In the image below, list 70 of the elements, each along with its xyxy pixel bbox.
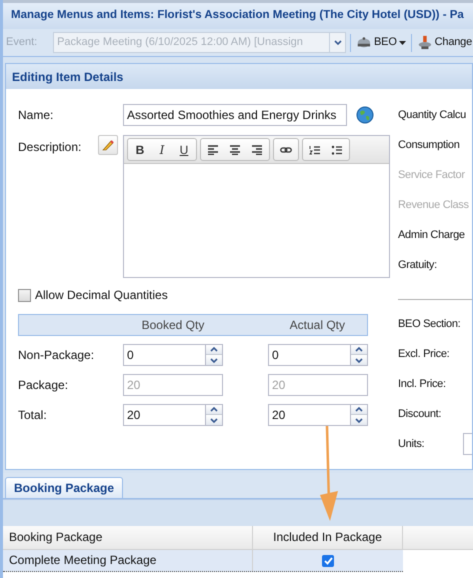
checkbox[interactable] (322, 554, 334, 566)
bold-button[interactable]: B (130, 140, 150, 160)
number-field[interactable]: 0 (123, 344, 223, 366)
window-title: Manage Menus and Items: Florist's Association Meeting (The City Hotel (USD)) - Pa (11, 8, 464, 24)
tab[interactable]: Booking Package (5, 477, 124, 498)
disabled-field: 20 (268, 374, 368, 396)
edit-button[interactable] (98, 135, 118, 155)
spin-up-button[interactable] (206, 405, 222, 415)
column-header: Actual Qty (288, 317, 346, 334)
name-field[interactable]: Assorted Smoothies and Energy Drinks (123, 104, 347, 126)
caret-icon (332, 39, 343, 46)
number-field[interactable]: 20 (268, 404, 368, 426)
stamp-icon (416, 34, 433, 50)
spin-down-button[interactable] (351, 355, 367, 365)
chevron-up-icon (354, 406, 364, 413)
field-label: Total: (18, 407, 48, 424)
column-header: Booked Qty (140, 317, 206, 334)
field-label: Revenue Class (398, 198, 470, 213)
field-label: Description: (18, 139, 82, 156)
field-label: Consumption (398, 138, 461, 153)
bell-icon (356, 34, 372, 50)
spin-down-button[interactable] (206, 355, 222, 365)
event-label: Event: (6, 35, 38, 50)
italic-button[interactable]: I (152, 140, 172, 160)
field-label: BEO Section: (398, 316, 462, 332)
field-label: Discount: (398, 406, 442, 422)
field-label: Gratuity: (398, 258, 438, 273)
field-label: Non-Package: (18, 347, 96, 364)
checkbox-label: Allow Decimal Quantities (35, 287, 168, 304)
disabled-field: 20 (123, 374, 223, 396)
align-center-icon (229, 144, 241, 154)
field-label: Quantity Calcu (398, 108, 467, 123)
column-header[interactable]: Included In Package (253, 526, 403, 549)
chevron-down-icon (209, 416, 219, 424)
align-left-icon (207, 144, 219, 154)
link-icon (280, 144, 292, 154)
caret-icon (398, 40, 406, 44)
table-cell: Complete Meeting Package (3, 550, 253, 571)
description-editor[interactable]: B I U (123, 135, 390, 278)
bullet-list-icon (331, 144, 343, 154)
number-field[interactable]: 20 (123, 404, 223, 426)
pencil-icon (102, 139, 114, 151)
spin-up-button[interactable] (351, 345, 367, 355)
spin-up-button[interactable] (206, 345, 222, 355)
spin-down-button[interactable] (206, 415, 222, 425)
field-label: Package: (18, 377, 70, 394)
field-label: Admin Charge (398, 228, 466, 243)
chevron-up-icon (209, 346, 219, 353)
field-label: Service Factor (398, 168, 466, 183)
globe-icon (356, 106, 374, 124)
field-label: Incl. Price: (398, 376, 447, 392)
spin-up-button[interactable] (351, 405, 367, 415)
field-label: Name: (18, 107, 54, 124)
chevron-up-icon (354, 346, 364, 353)
underline-button[interactable]: U (174, 140, 194, 160)
numbered-list-icon (309, 144, 321, 154)
chevron-down-icon (209, 356, 219, 364)
table-row[interactable]: Complete Meeting Package (3, 550, 403, 572)
chevron-up-icon (209, 406, 219, 413)
number-field[interactable]: 0 (268, 344, 368, 366)
spin-down-button[interactable] (351, 415, 367, 425)
field-label: Excl. Price: (398, 346, 450, 362)
checkbox[interactable] (18, 288, 31, 302)
chevron-down-icon (354, 356, 364, 364)
align-right-icon (251, 144, 263, 154)
panel-title: Editing Item Details (12, 68, 124, 86)
field-label: Units: (398, 436, 426, 452)
check-icon (324, 556, 332, 564)
chevron-down-icon (354, 416, 364, 424)
column-header[interactable]: Booking Package (3, 526, 253, 549)
